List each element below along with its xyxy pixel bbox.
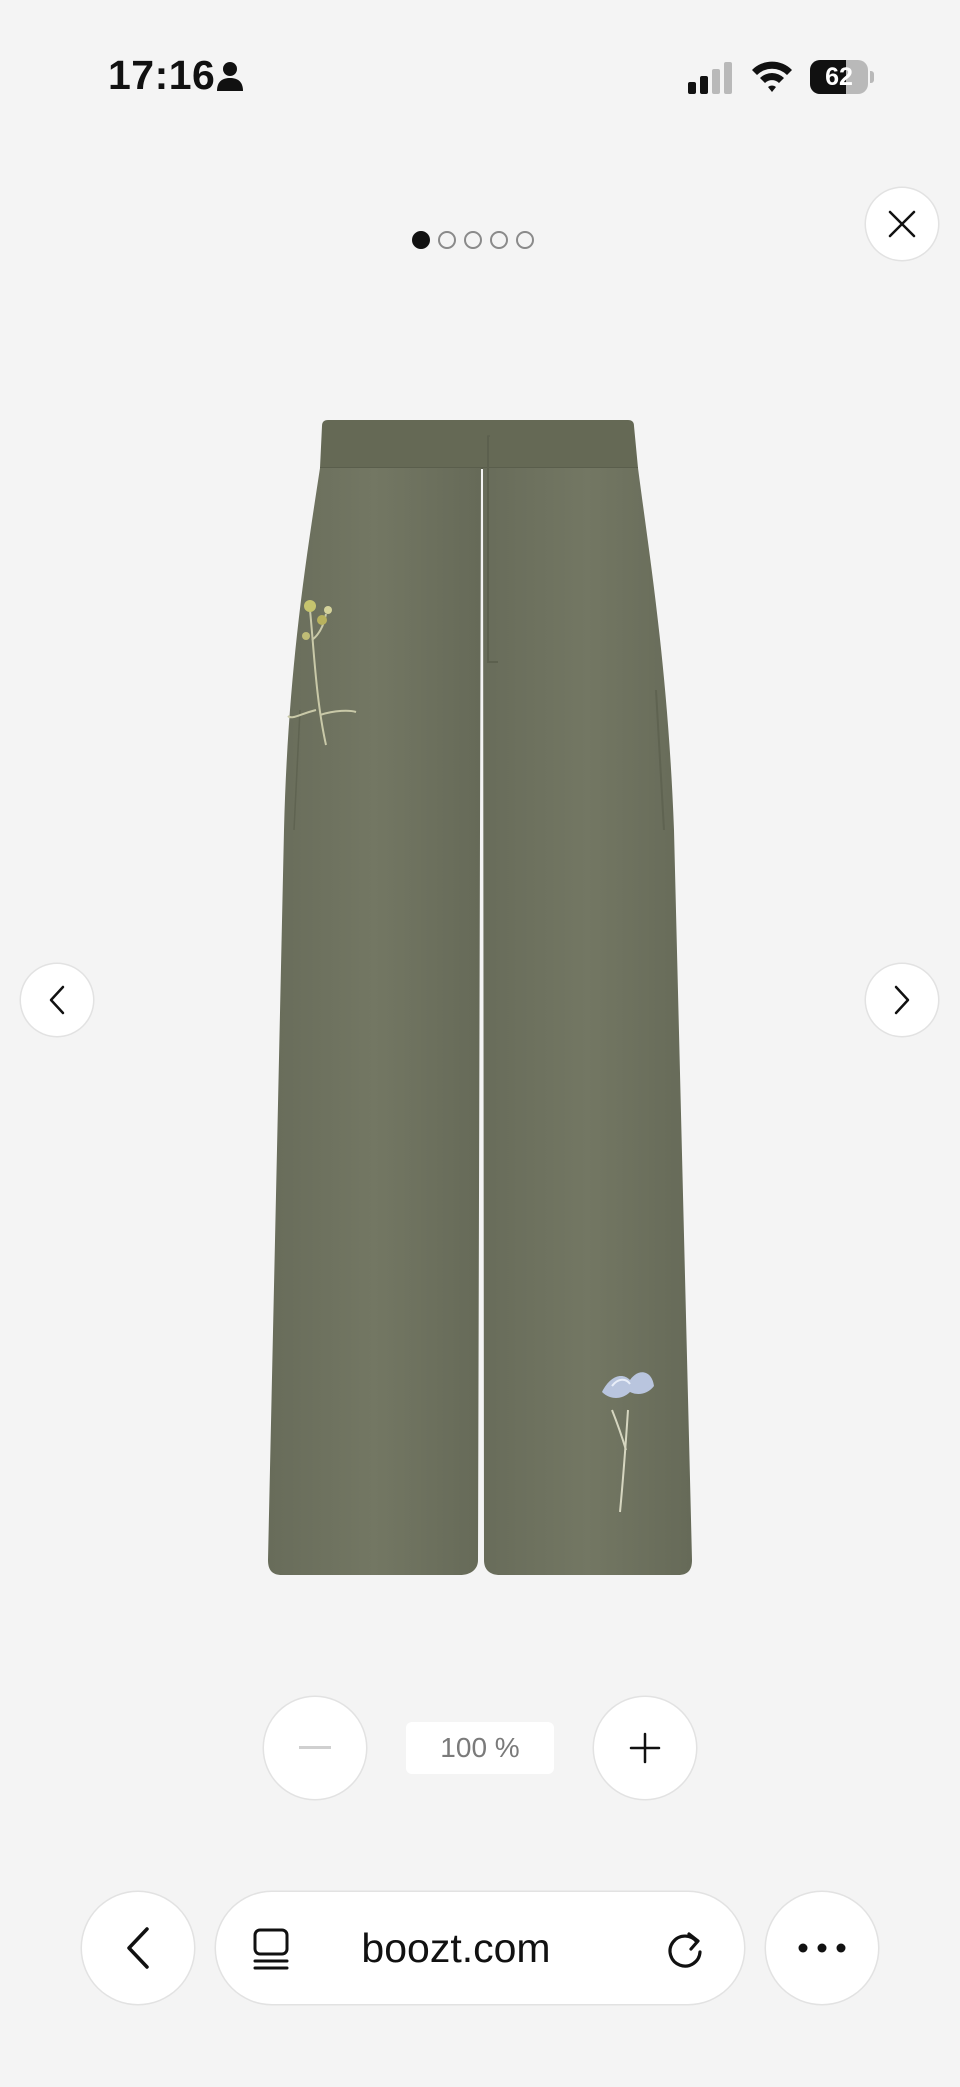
cellular-signal-icon — [688, 62, 732, 94]
chevron-left-icon — [127, 1927, 149, 1969]
battery-indicator: 62 — [810, 60, 874, 94]
tabs-icon[interactable] — [252, 1928, 292, 1970]
pagination-dot[interactable] — [516, 231, 534, 249]
url-text[interactable]: boozt.com — [306, 1892, 606, 2004]
chevron-right-icon — [894, 985, 910, 1015]
browser-back-button[interactable] — [82, 1892, 194, 2004]
pagination-dot[interactable] — [412, 231, 430, 249]
address-bar[interactable]: boozt.com — [216, 1892, 744, 2004]
more-options-button[interactable] — [766, 1892, 878, 2004]
battery-percentage: 62 — [825, 63, 853, 91]
pagination-dot[interactable] — [490, 231, 508, 249]
previous-image-button[interactable] — [21, 964, 93, 1036]
minus-icon — [299, 1746, 331, 1749]
image-pagination — [412, 231, 534, 249]
chevron-left-icon — [49, 985, 65, 1015]
close-button[interactable] — [866, 188, 938, 260]
person-icon — [217, 62, 243, 91]
more-icon — [798, 1943, 846, 1953]
reload-icon[interactable] — [664, 1928, 706, 1970]
plus-icon — [629, 1732, 661, 1764]
wifi-icon — [752, 61, 792, 92]
pagination-dot[interactable] — [438, 231, 456, 249]
status-time: 17:16 — [108, 52, 216, 98]
zoom-level-indicator: 100 % — [406, 1722, 554, 1774]
next-image-button[interactable] — [866, 964, 938, 1036]
zoom-in-button[interactable] — [594, 1697, 696, 1799]
zoom-out-button[interactable] — [264, 1697, 366, 1799]
pagination-dot[interactable] — [464, 231, 482, 249]
product-image[interactable] — [250, 410, 710, 1580]
close-icon — [888, 210, 916, 238]
